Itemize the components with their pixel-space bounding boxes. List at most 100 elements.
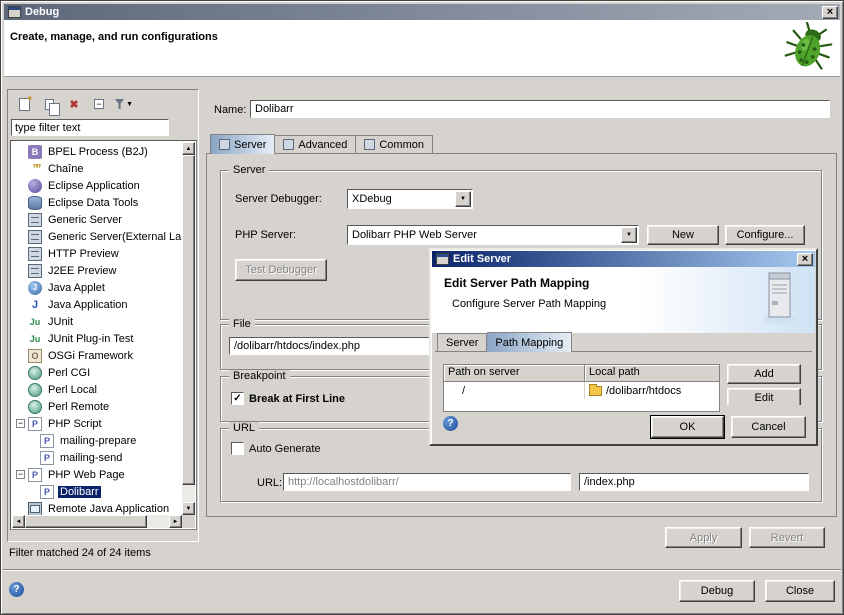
new-server-button[interactable]: New: [647, 225, 719, 245]
tree-item-label: JUnit Plug-in Test: [46, 333, 135, 345]
local-path-text: /dolibarr/htdocs: [606, 385, 681, 397]
server-debugger-label: Server Debugger:: [235, 193, 322, 205]
edit-server-dialog: Edit Server Edit Server Path Mapping Con…: [429, 248, 818, 446]
config-tree: BPEL Process (B2J)Chaîne Eclipse Applicat…: [12, 143, 182, 515]
tree-item[interactable]: Eclipse Data Tools: [12, 194, 182, 211]
tree-item[interactable]: Remote Java Application: [12, 500, 182, 515]
url-base-input[interactable]: [283, 473, 571, 491]
url-path-input[interactable]: [579, 473, 809, 491]
tree-expander-icon[interactable]: −: [16, 419, 25, 428]
edit-server-heading: Edit Server Path Mapping: [444, 276, 589, 290]
close-button[interactable]: Close: [765, 580, 835, 602]
cancel-button[interactable]: Cancel: [731, 416, 806, 438]
scroll-right-arrow[interactable]: [169, 515, 182, 528]
footer-separator: [3, 569, 841, 571]
collapse-all-icon: [94, 99, 104, 109]
filter-input[interactable]: [11, 119, 169, 136]
server-debugger-select[interactable]: XDebug: [347, 189, 473, 209]
test-debugger-button: Test Debugger: [235, 259, 327, 281]
edit-server-close-button[interactable]: [797, 253, 813, 266]
tree-item[interactable]: Java Application: [12, 296, 182, 313]
applet-icon: [28, 281, 42, 295]
perl-icon: [28, 366, 42, 380]
server-icon: [28, 213, 42, 227]
edit-mapping-button[interactable]: Edit: [727, 388, 801, 405]
tab-server-settings[interactable]: Server: [437, 333, 487, 352]
tree-item[interactable]: Java Applet: [12, 279, 182, 296]
dialog-help-icon[interactable]: [443, 416, 458, 431]
tree-item-label: Eclipse Application: [46, 180, 142, 192]
tab-server[interactable]: Server: [210, 134, 275, 154]
auto-generate-checkbox[interactable]: [231, 442, 244, 455]
new-configuration-button[interactable]: [15, 95, 33, 113]
tree-item[interactable]: − PHP Web Page: [12, 466, 182, 483]
tree-item[interactable]: mailing-send: [12, 449, 182, 466]
tree-item-label: Perl CGI: [46, 367, 92, 379]
edit-server-title: Edit Server: [453, 253, 511, 265]
scroll-up-arrow[interactable]: [182, 142, 195, 155]
banner-text: Create, manage, and run configurations: [10, 31, 218, 43]
collapse-all-button[interactable]: [90, 95, 108, 113]
delete-configuration-button[interactable]: [65, 95, 83, 113]
server-icon: [28, 230, 42, 244]
tree-item-label: PHP Web Page: [46, 469, 127, 481]
path-mapping-table[interactable]: Path on server Local path //dolibarr/htd…: [443, 364, 720, 412]
tab-advanced[interactable]: Advanced: [275, 135, 356, 154]
name-input[interactable]: [250, 100, 830, 118]
bug-icon: [784, 22, 834, 75]
tree-item[interactable]: mailing-prepare: [12, 432, 182, 449]
perl-icon: [28, 383, 42, 397]
dialog-banner: Create, manage, and run configurations: [4, 20, 840, 77]
php-page-icon: [40, 485, 54, 499]
mapping-row[interactable]: //dolibarr/htdocs: [444, 382, 719, 399]
filter-menu-button[interactable]: [115, 95, 133, 113]
remote-java-icon: [28, 502, 42, 516]
tree-item[interactable]: JUnit Plug-in Test: [12, 330, 182, 347]
debug-button[interactable]: Debug: [679, 580, 755, 602]
break-at-first-line-label: Break at First Line: [249, 393, 345, 405]
add-mapping-button[interactable]: Add: [727, 364, 801, 384]
close-window-button[interactable]: [822, 6, 838, 19]
data-tools-icon: [28, 196, 42, 210]
php-server-select[interactable]: Dolibarr PHP Web Server: [347, 225, 639, 245]
ok-button[interactable]: OK: [651, 416, 724, 438]
tree-horizontal-scrollbar[interactable]: [12, 515, 182, 528]
edit-mapping-button-clipped[interactable]: Edit: [727, 388, 801, 405]
tab-label: Advanced: [298, 139, 347, 151]
duplicate-configuration-button[interactable]: [40, 95, 58, 113]
tree-item[interactable]: −PHP Script: [12, 415, 182, 432]
dropdown-arrow-icon: [126, 101, 133, 108]
tree-item[interactable]: Perl CGI: [12, 364, 182, 381]
tree-item[interactable]: OSGi Framework: [12, 347, 182, 364]
chain-icon: [28, 162, 42, 176]
tree-item[interactable]: JUnit: [12, 313, 182, 330]
dropdown-arrow-icon[interactable]: [621, 227, 637, 243]
tree-item[interactable]: Dolibarr: [12, 483, 182, 500]
tree-item[interactable]: Perl Remote: [12, 398, 182, 415]
scroll-left-arrow[interactable]: [12, 515, 25, 528]
tree-item-label: J2EE Preview: [46, 265, 118, 277]
tree-item[interactable]: HTTP Preview: [12, 245, 182, 262]
tree-item[interactable]: Generic Server(External La: [12, 228, 182, 245]
scroll-down-arrow[interactable]: [182, 502, 195, 515]
vertical-scrollbar-thumb[interactable]: [182, 155, 195, 485]
tree-item[interactable]: BPEL Process (B2J): [12, 143, 182, 160]
window-title: Debug: [25, 6, 59, 18]
tree-item[interactable]: Perl Local: [12, 381, 182, 398]
tab-common[interactable]: Common: [356, 135, 433, 154]
horizontal-scrollbar-thumb[interactable]: [25, 515, 147, 528]
break-at-first-line-checkbox[interactable]: [231, 392, 244, 405]
tab-path-mapping[interactable]: Path Mapping: [487, 332, 572, 352]
tree-item[interactable]: Eclipse Application: [12, 177, 182, 194]
tab-label: Path Mapping: [495, 337, 563, 349]
config-tree-box: BPEL Process (B2J)Chaîne Eclipse Applicat…: [10, 140, 197, 530]
tree-item[interactable]: Generic Server: [12, 211, 182, 228]
tree-item[interactable]: Chaîne: [12, 160, 182, 177]
dropdown-arrow-icon[interactable]: [455, 191, 471, 207]
tree-item[interactable]: J2EE Preview: [12, 262, 182, 279]
tree-expander-icon[interactable]: −: [16, 470, 25, 479]
configure-server-button[interactable]: Configure...: [725, 225, 805, 245]
help-icon[interactable]: [9, 582, 24, 597]
local-path-cell: /dolibarr/htdocs: [585, 382, 719, 399]
tree-vertical-scrollbar[interactable]: [182, 142, 195, 515]
